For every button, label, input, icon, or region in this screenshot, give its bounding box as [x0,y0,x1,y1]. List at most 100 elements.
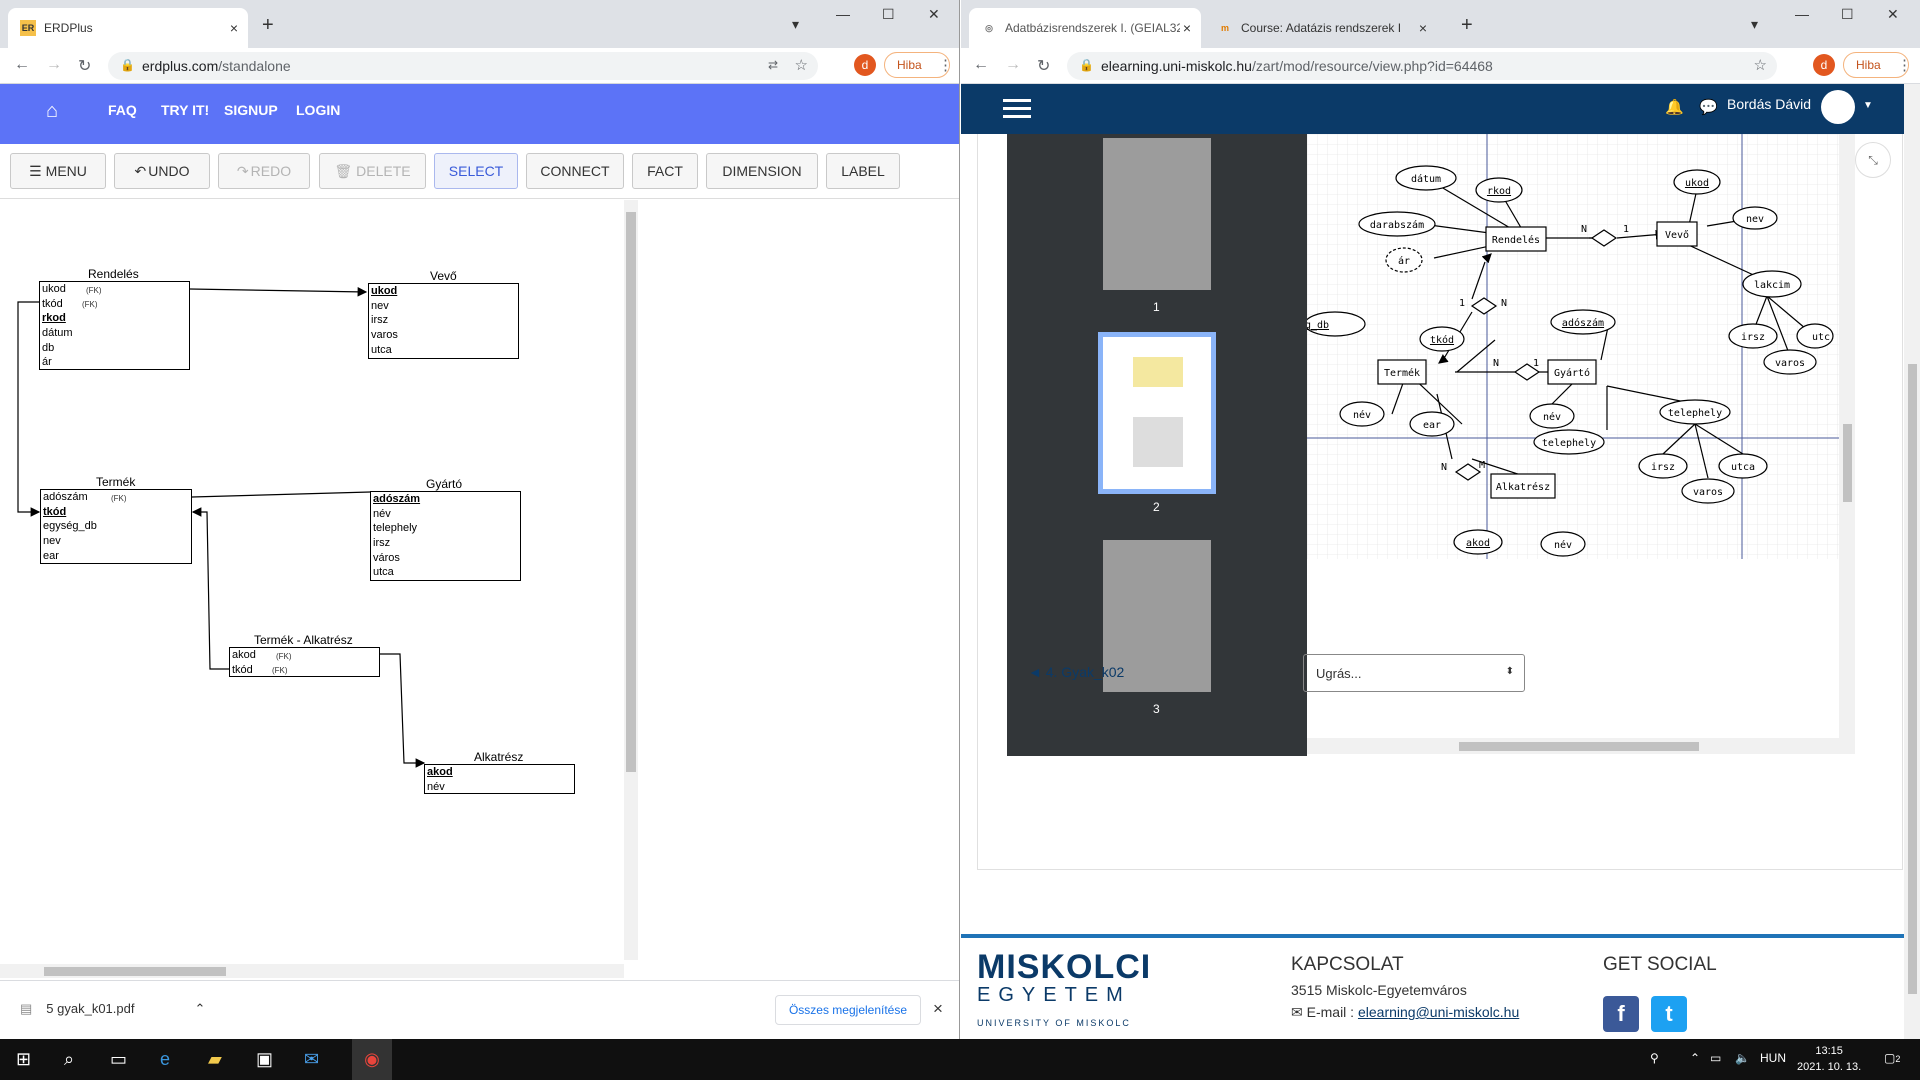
delete-button[interactable]: 🗑 DELETE [319,153,426,189]
menu-button[interactable]: ☰ MENU [10,153,106,189]
attr-lakcim: lakcim [1754,280,1790,291]
bookmark-star-icon[interactable]: ☆ [795,56,808,74]
tab-close-icon[interactable]: × [1415,20,1427,36]
edge-icon[interactable]: e [160,1049,170,1070]
page-vertical-scrollbar[interactable] [1904,84,1920,1039]
pdf-vertical-scrollbar[interactable] [1839,134,1855,738]
canvas-horizontal-scrollbar[interactable] [0,964,624,978]
profile-avatar[interactable]: d [854,54,876,76]
clock[interactable]: 13:15 2021. 10. 13. [1797,1043,1861,1075]
bell-icon[interactable]: 🔔 [1665,98,1684,116]
table-rendeles[interactable]: ukod tkód rkod dátum db ár (FK) (FK) [39,281,190,370]
minimize-icon[interactable]: — [836,6,850,22]
label-button[interactable]: LABEL [826,153,900,189]
windows-start-icon[interactable]: ⊞ [16,1049,31,1070]
dimension-button[interactable]: DIMENSION [706,153,818,189]
search-icon[interactable]: ⌕ [64,1049,74,1070]
email-link[interactable]: elearning@uni-miskolc.hu [1358,1004,1519,1020]
pdf-horizontal-scrollbar[interactable] [1307,738,1855,754]
table-alkatresz[interactable]: akod név [424,764,575,794]
facebook-icon[interactable]: f [1603,996,1639,1032]
network-icon[interactable]: ▭ [1710,1051,1721,1065]
file-explorer-icon[interactable]: ▰ [208,1049,222,1070]
maximize-icon[interactable]: ☐ [882,6,895,23]
kebab-menu-icon[interactable]: ⋮ [938,56,953,74]
tab-search-icon[interactable]: ▾ [792,16,799,33]
redo-button[interactable]: ↷ REDO [218,153,310,189]
reload-icon[interactable]: ↻ [1037,56,1050,76]
language-indicator[interactable]: HUN [1760,1051,1786,1065]
undo-button[interactable]: ↶ UNDO [114,153,210,189]
chevron-up-icon[interactable]: ⌃ [194,1001,205,1016]
twitter-icon[interactable]: t [1651,996,1687,1032]
attr-nev: név [1353,409,1371,421]
scroll-thumb[interactable] [44,967,226,976]
page-thumbnail-2-selected[interactable] [1098,332,1216,494]
collapse-icon[interactable]: ⤡ [1855,142,1891,178]
tab-adatbazis[interactable]: ◎ Adatbázisrendszerek I. (GEIAL32 × [969,8,1201,48]
connect-button[interactable]: CONNECT [526,153,624,189]
hamburger-icon[interactable] [1003,99,1031,119]
close-window-icon[interactable]: ✕ [928,6,940,23]
home-icon[interactable]: ⌂ [46,100,58,123]
chevron-up-icon[interactable]: ⌃ [1690,1051,1700,1065]
show-all-downloads-button[interactable]: Összes megjelenítése [775,995,921,1025]
table-vevo[interactable]: ukod nev irsz varos utca [368,283,519,359]
new-tab-icon[interactable]: + [262,14,274,37]
maximize-icon[interactable]: ☐ [1841,6,1854,23]
nav-login[interactable]: LOGIN [296,102,340,118]
scroll-thumb[interactable] [626,212,636,772]
page-thumbnail-1[interactable] [1103,138,1211,290]
erd-canvas[interactable]: Rendelés ukod tkód rkod dátum db ár (FK)… [0,198,959,980]
task-view-icon[interactable]: ▭ [110,1049,127,1070]
back-icon[interactable]: ← [14,56,30,74]
tab-course[interactable]: m Course: Adatázis rendszerek I × [1205,8,1437,48]
nav-signup[interactable]: SIGNUP [224,102,278,118]
forward-icon[interactable]: → [1005,56,1021,74]
mail-icon[interactable]: ✉ [304,1049,319,1070]
translate-icon[interactable]: ⇄ [768,58,778,72]
scroll-thumb[interactable] [1459,742,1699,751]
page-number: 1 [1153,300,1160,314]
attr-irsz: irsz [1651,462,1675,473]
address-bar[interactable]: 🔒 erdplus.com/standalone ⇄ ☆ [108,52,818,80]
back-icon[interactable]: ← [973,56,989,74]
scroll-thumb[interactable] [1843,424,1852,502]
user-name[interactable]: Bordás Dávid [1727,96,1811,112]
fact-button[interactable]: FACT [632,153,698,189]
tab-search-icon[interactable]: ▾ [1751,16,1758,33]
download-item[interactable]: ▤ 5 gyak_k01.pdf ⌃ [20,1001,205,1017]
chrome-icon[interactable]: ◉ [352,1039,392,1080]
chevron-down-icon[interactable]: ▼ [1863,100,1873,111]
tab-close-icon[interactable]: × [1179,20,1191,36]
table-termek-alkatresz[interactable]: akod tkód (FK) (FK) [229,647,380,677]
kebab-menu-icon[interactable]: ⋮ [1897,56,1912,74]
table-termek[interactable]: adószám tkód egység_db nev ear (FK) [40,489,192,564]
reload-icon[interactable]: ↻ [78,56,91,76]
new-tab-icon[interactable]: + [1461,14,1473,37]
close-window-icon[interactable]: ✕ [1887,6,1899,23]
scroll-thumb[interactable] [1908,364,1917,994]
select-button[interactable]: SELECT [434,153,518,189]
jump-to-select[interactable]: Ugrás... ⬍ [1303,654,1525,692]
volume-mute-icon[interactable]: 🔈 [1735,1051,1750,1065]
people-icon[interactable]: ⚲ [1650,1051,1659,1065]
address-bar[interactable]: 🔒 elearning.uni-miskolc.hu/zart/mod/reso… [1067,52,1777,80]
table-gyarto[interactable]: adószám név telephely irsz város utca [370,491,521,581]
column-irsz: irsz [371,314,389,327]
tab-erdplus[interactable]: ER ERDPlus × [8,8,248,48]
canvas-vertical-scrollbar[interactable] [624,200,638,960]
close-shelf-icon[interactable]: × [933,999,943,1019]
previous-activity-link[interactable]: ◄ 4. Gyak_k02 [1028,664,1124,680]
notification-icon[interactable]: ▢2 [1884,1051,1900,1065]
minimize-icon[interactable]: — [1795,6,1809,22]
chat-icon[interactable]: 💬 [1699,98,1718,116]
store-icon[interactable]: ▣ [256,1049,273,1070]
bookmark-star-icon[interactable]: ☆ [1754,56,1767,74]
profile-avatar[interactable]: d [1813,54,1835,76]
forward-icon[interactable]: → [46,56,62,74]
nav-try-it[interactable]: TRY IT! [161,102,209,118]
nav-faq[interactable]: FAQ [108,102,137,118]
tab-close-icon[interactable]: × [230,20,238,36]
user-avatar[interactable] [1821,90,1855,124]
